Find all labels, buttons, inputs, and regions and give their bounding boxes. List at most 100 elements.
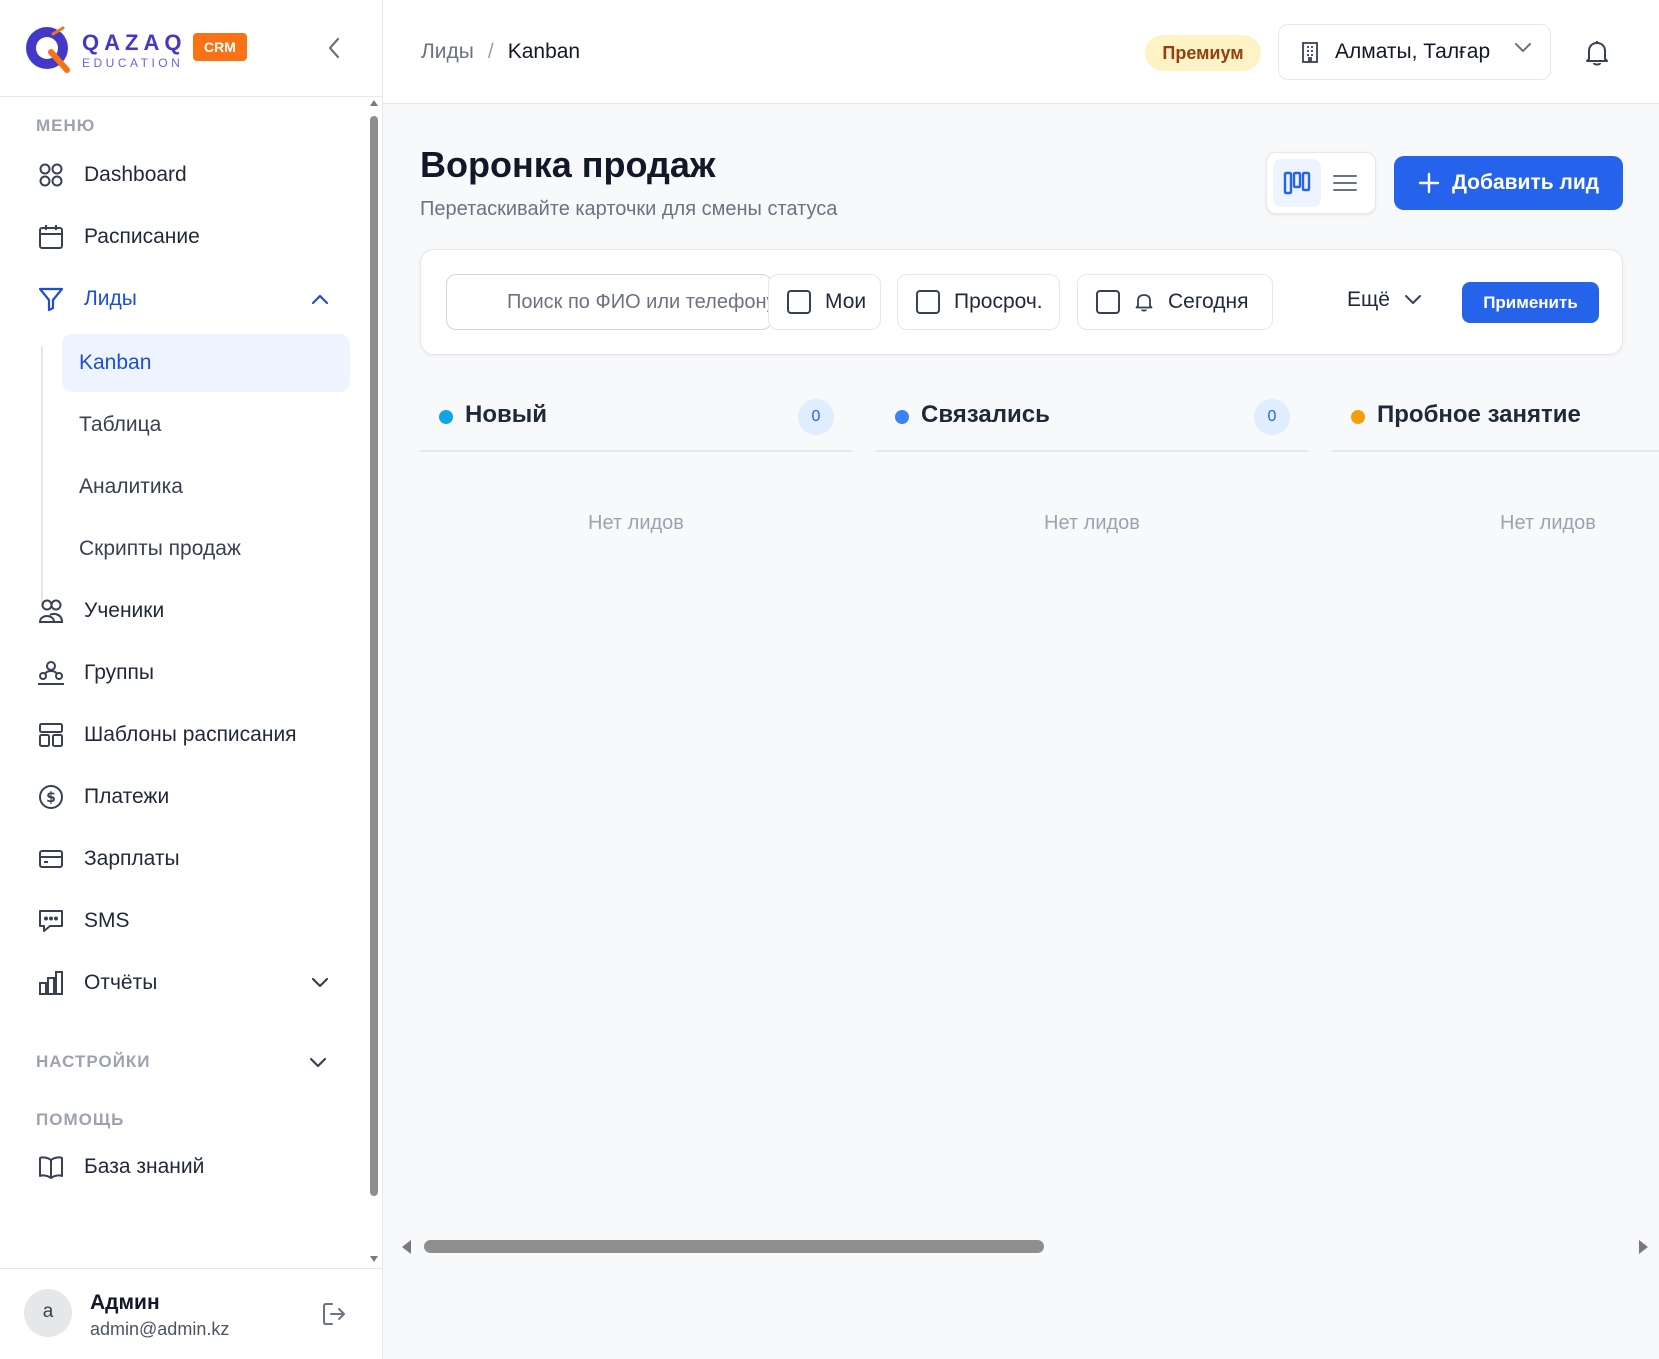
scroll-left-arrow[interactable] — [402, 1240, 411, 1254]
scroll-down-arrow[interactable] — [370, 1256, 378, 1262]
add-lead-button[interactable]: Добавить лид — [1394, 156, 1623, 210]
avatar[interactable]: a — [24, 1289, 72, 1337]
sidebar-item-label: Отчёты — [84, 971, 158, 994]
sidebar-item-reports[interactable]: Отчёты — [24, 954, 350, 1012]
branch-select[interactable]: Алматы, Талғар — [1278, 24, 1551, 80]
card-icon — [36, 844, 66, 874]
status-dot — [1351, 410, 1365, 424]
kanban-column: Пробное занятие Нет лидов — [1332, 382, 1659, 542]
kanban-icon — [1283, 171, 1311, 195]
calendar-icon — [36, 222, 66, 252]
filter-label: Мои — [825, 290, 867, 313]
horizontal-scrollbar[interactable] — [400, 1236, 1650, 1256]
top-header: Лиды / Kanban Премиум Алматы, Талғар — [383, 0, 1659, 104]
apply-button[interactable]: Применить — [1462, 282, 1599, 323]
sidebar-item-sms[interactable]: SMS — [24, 892, 350, 950]
premium-badge: Премиум — [1145, 35, 1261, 71]
chevron-left-icon — [328, 37, 340, 59]
sidebar-item-schedule[interactable]: Расписание — [24, 208, 350, 266]
help-section-label: ПОМОЩЬ — [36, 1110, 125, 1129]
scrollbar-thumb[interactable] — [424, 1240, 1044, 1253]
users-icon — [36, 596, 66, 626]
column-title: Пробное занятие — [1377, 401, 1581, 428]
column-count-badge: 0 — [798, 399, 834, 435]
chevron-up-icon — [308, 287, 332, 311]
logo-subtext: EDUCATION — [82, 56, 184, 70]
list-view-button[interactable] — [1321, 159, 1369, 207]
sidebar-subitem-table[interactable]: Таблица — [62, 396, 350, 454]
sidebar-item-payments[interactable]: $ Платежи — [24, 768, 350, 826]
group-icon — [36, 658, 66, 688]
column-title: Связались — [921, 401, 1050, 428]
logo-icon — [26, 26, 70, 73]
logo-area: QAZAQ EDUCATION CRM — [0, 0, 382, 97]
sidebar-item-knowledge-base[interactable]: База знаний — [24, 1138, 350, 1196]
breadcrumb-leads[interactable]: Лиды — [421, 40, 474, 64]
filter-bar: Мои Просроч. Сегодня Ещё Применить — [420, 249, 1623, 355]
bell-icon — [1586, 41, 1608, 66]
collapse-sidebar-button[interactable] — [320, 34, 348, 62]
column-count-badge: 0 — [1254, 399, 1290, 435]
column-header: Пробное занятие — [1332, 382, 1659, 452]
search-input[interactable] — [446, 274, 772, 330]
more-filters-button[interactable]: Ещё — [1347, 288, 1422, 312]
checkbox[interactable] — [787, 290, 811, 314]
book-icon — [36, 1152, 66, 1182]
logout-button[interactable] — [318, 1298, 350, 1330]
user-name: Админ — [90, 1291, 160, 1314]
kanban-view-button[interactable] — [1273, 159, 1321, 207]
sidebar-item-leads[interactable]: Лиды — [24, 270, 350, 328]
sidebar-item-label: База знаний — [84, 1155, 205, 1178]
sidebar-item-students[interactable]: Ученики — [24, 582, 350, 640]
breadcrumb-separator: / — [487, 40, 494, 63]
building-icon — [1302, 42, 1318, 63]
status-dot — [895, 410, 909, 424]
empty-state: Нет лидов — [1500, 512, 1596, 534]
settings-section-label[interactable]: НАСТРОЙКИ — [36, 1052, 151, 1072]
scrollbar-thumb[interactable] — [370, 116, 378, 1196]
sidebar-item-label: Зарплаты — [84, 847, 180, 870]
page-title: Воронка продаж — [420, 144, 716, 185]
add-lead-label: Добавить лид — [1451, 171, 1600, 194]
sidebar-nav: МЕНЮ Dashboard Расписание Лиды Kanban Та… — [0, 98, 370, 1268]
chart-icon — [36, 968, 66, 998]
kanban-column: Связались 0 Нет лидов — [876, 382, 1308, 542]
scroll-right-arrow[interactable] — [1639, 1240, 1648, 1254]
checkbox[interactable] — [1096, 290, 1120, 314]
chevron-down-icon[interactable] — [306, 1051, 330, 1075]
empty-state: Нет лидов — [588, 512, 684, 534]
menu-section-label: МЕНЮ — [36, 116, 96, 135]
submenu-line — [41, 346, 43, 606]
chevron-down-icon — [308, 971, 332, 995]
view-toggle — [1266, 152, 1376, 214]
filter-mine[interactable]: Мои — [768, 274, 881, 330]
column-header: Новый 0 — [420, 382, 852, 452]
breadcrumb-current: Kanban — [507, 40, 581, 63]
sidebar-item-label: Группы — [84, 661, 154, 684]
sidebar: QAZAQ EDUCATION CRM МЕНЮ Dashboard Распи… — [0, 0, 383, 1359]
notifications-button[interactable] — [1582, 38, 1612, 68]
plus-icon — [1418, 172, 1440, 194]
sidebar-subitem-kanban[interactable]: Kanban — [62, 334, 350, 392]
sidebar-item-label: Ученики — [84, 599, 165, 622]
logo-text: QAZAQ — [82, 30, 187, 55]
sidebar-subitem-sales-scripts[interactable]: Скрипты продаж — [62, 520, 350, 578]
filter-label: Сегодня — [1168, 290, 1249, 313]
sidebar-subitem-analytics[interactable]: Аналитика — [62, 458, 350, 516]
column-title: Новый — [465, 401, 547, 428]
more-label: Ещё — [1347, 288, 1390, 311]
sidebar-item-label: Расписание — [84, 225, 200, 248]
sidebar-item-dashboard[interactable]: Dashboard — [24, 146, 350, 204]
sidebar-item-groups[interactable]: Группы — [24, 644, 350, 702]
list-icon — [1333, 175, 1357, 191]
sidebar-item-salaries[interactable]: Зарплаты — [24, 830, 350, 888]
sidebar-item-schedule-templates[interactable]: Шаблоны расписания — [24, 706, 350, 764]
scroll-up-arrow[interactable] — [370, 100, 378, 106]
filter-today[interactable]: Сегодня — [1077, 274, 1273, 330]
empty-state: Нет лидов — [1044, 512, 1140, 534]
sidebar-scrollbar[interactable] — [369, 100, 379, 1262]
filter-overdue[interactable]: Просроч. — [897, 274, 1060, 330]
dollar-icon: $ — [36, 782, 66, 812]
sidebar-item-label: SMS — [84, 909, 130, 932]
checkbox[interactable] — [916, 290, 940, 314]
